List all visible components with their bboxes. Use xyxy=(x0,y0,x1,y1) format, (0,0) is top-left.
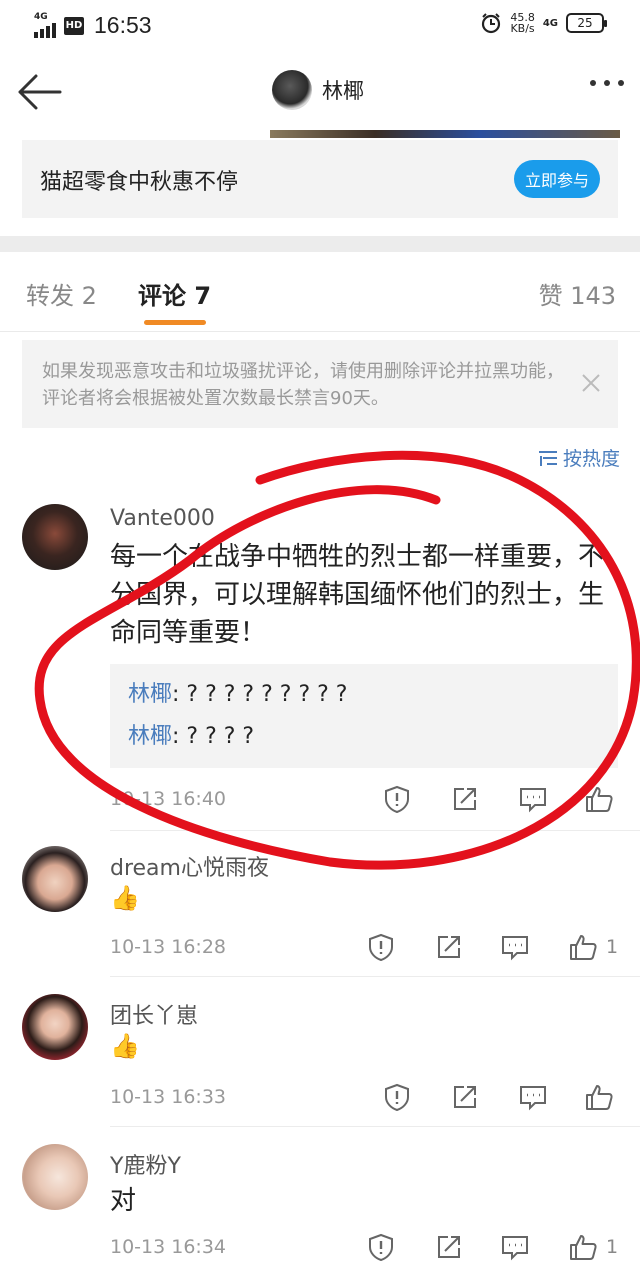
report-icon[interactable] xyxy=(382,1082,412,1112)
comment-text: 👍 xyxy=(110,1032,140,1060)
thumbs-up-icon[interactable] xyxy=(568,932,598,962)
nav-bar: 林椰 xyxy=(0,52,640,132)
thumbs-up-icon[interactable] xyxy=(584,1082,614,1112)
profile-name: 林椰 xyxy=(322,79,364,103)
battery-level: 25 xyxy=(577,16,593,30)
comment-text: 每一个在战争中牺牲的烈士都一样重要，不分国界，可以理解韩国缅怀他们的烈士，生命同… xyxy=(110,542,605,648)
post-image-strip xyxy=(270,130,620,138)
comment-text: 👍 xyxy=(110,884,140,912)
dot-icon xyxy=(590,80,596,86)
section-divider xyxy=(0,236,640,252)
comment-time: 10-13 16:28 xyxy=(110,936,227,958)
promo-text: 猫超零食中秋惠不停 xyxy=(40,170,239,195)
speed-unit: KB/s xyxy=(510,22,535,35)
join-button[interactable]: 立即参与 xyxy=(514,160,600,198)
repost-icon[interactable] xyxy=(434,932,464,962)
avatar[interactable] xyxy=(22,994,88,1060)
comment-icon[interactable] xyxy=(500,1232,530,1262)
battery-icon: 25 xyxy=(566,13,607,33)
comment-meta: 10-13 16:40 xyxy=(110,784,630,818)
thumbs-up-icon[interactable] xyxy=(568,1232,598,1262)
comment-meta: 10-13 16:28 1 xyxy=(110,932,630,966)
comment-text: 对 xyxy=(110,1186,137,1216)
repost-icon[interactable] xyxy=(434,1232,464,1262)
comment-icon[interactable] xyxy=(518,1082,548,1112)
divider xyxy=(110,1126,640,1127)
reply-item[interactable]: 林椰: ? ? ? ? ? ? ? ? ? xyxy=(128,674,600,716)
report-icon[interactable] xyxy=(382,784,412,814)
like-count: 1 xyxy=(606,936,619,958)
promo-card[interactable]: 猫超零食中秋惠不停 立即参与 xyxy=(22,140,618,218)
divider xyxy=(110,830,640,831)
hd-badge: HD xyxy=(64,16,84,35)
network-speed: 45.8 KB/s xyxy=(510,12,535,34)
tab-repost[interactable]: 转发 2 xyxy=(26,276,97,311)
report-icon[interactable] xyxy=(366,1232,396,1262)
avatar[interactable] xyxy=(22,504,88,570)
back-button[interactable] xyxy=(14,70,64,114)
comment-meta: 10-13 16:33 xyxy=(110,1082,630,1116)
like-count: 1 xyxy=(606,1236,619,1258)
commenter-name[interactable]: Vante000 xyxy=(110,506,215,531)
repost-icon[interactable] xyxy=(450,1082,480,1112)
alarm-icon xyxy=(482,13,501,34)
dot-icon xyxy=(604,80,610,86)
avatar[interactable] xyxy=(22,846,88,912)
network-type-label: 4G xyxy=(34,11,48,22)
notice-text: 如果发现恶意攻击和垃圾骚扰评论，请使用删除评论并拉黑功能，评论者将会根据被处置次… xyxy=(42,361,564,409)
profile-header[interactable]: 林椰 xyxy=(272,70,364,110)
signal-icon: 4G xyxy=(34,11,58,38)
commenter-name[interactable]: Y鹿粉Y xyxy=(110,1148,181,1180)
network-type-right: 4G xyxy=(542,17,558,29)
comment-time: 10-13 16:34 xyxy=(110,1236,227,1258)
dot-icon xyxy=(618,80,624,86)
sort-button[interactable]: 按热度 xyxy=(537,444,620,471)
avatar[interactable] xyxy=(22,1144,88,1210)
comment-icon[interactable] xyxy=(518,784,548,814)
reply-thread[interactable]: 林椰: ? ? ? ? ? ? ? ? ? 林椰: ? ? ? ? xyxy=(110,664,618,768)
tab-like[interactable]: 赞 143 xyxy=(539,276,616,311)
repost-icon[interactable] xyxy=(450,784,480,814)
reply-author[interactable]: 林椰 xyxy=(128,724,172,749)
close-icon[interactable] xyxy=(580,372,602,394)
comment-time: 10-13 16:33 xyxy=(110,1086,227,1108)
active-tab-indicator xyxy=(144,320,206,325)
sort-label: 按热度 xyxy=(562,448,620,470)
divider xyxy=(110,976,640,977)
avatar[interactable] xyxy=(272,70,312,110)
reply-author[interactable]: 林椰 xyxy=(128,682,172,707)
moderation-notice: 如果发现恶意攻击和垃圾骚扰评论，请使用删除评论并拉黑功能，评论者将会根据被处置次… xyxy=(22,340,618,428)
thumbs-up-icon[interactable] xyxy=(584,784,614,814)
reply-text: : ? ? ? ? ? ? ? ? ? xyxy=(172,682,348,707)
report-icon[interactable] xyxy=(366,932,396,962)
comment-time: 10-13 16:40 xyxy=(110,788,227,810)
tab-bar: 转发 2 评论 7 赞 143 xyxy=(0,252,640,332)
reply-item[interactable]: 林椰: ? ? ? ? xyxy=(128,716,600,758)
status-time: 16:53 xyxy=(94,12,152,38)
arrow-left-icon xyxy=(18,74,62,110)
reply-text: : ? ? ? ? xyxy=(172,724,255,749)
comment-meta: 10-13 16:34 1 xyxy=(110,1232,630,1266)
more-options-button[interactable] xyxy=(590,80,624,86)
sort-icon xyxy=(538,450,557,466)
comment-icon[interactable] xyxy=(500,932,530,962)
commenter-name[interactable]: dream心悦雨夜 xyxy=(110,850,269,882)
commenter-name[interactable]: 团长丫崽 xyxy=(110,998,198,1030)
status-bar: 4G HD 16:53 45.8 KB/s 4G 25 xyxy=(0,0,640,52)
